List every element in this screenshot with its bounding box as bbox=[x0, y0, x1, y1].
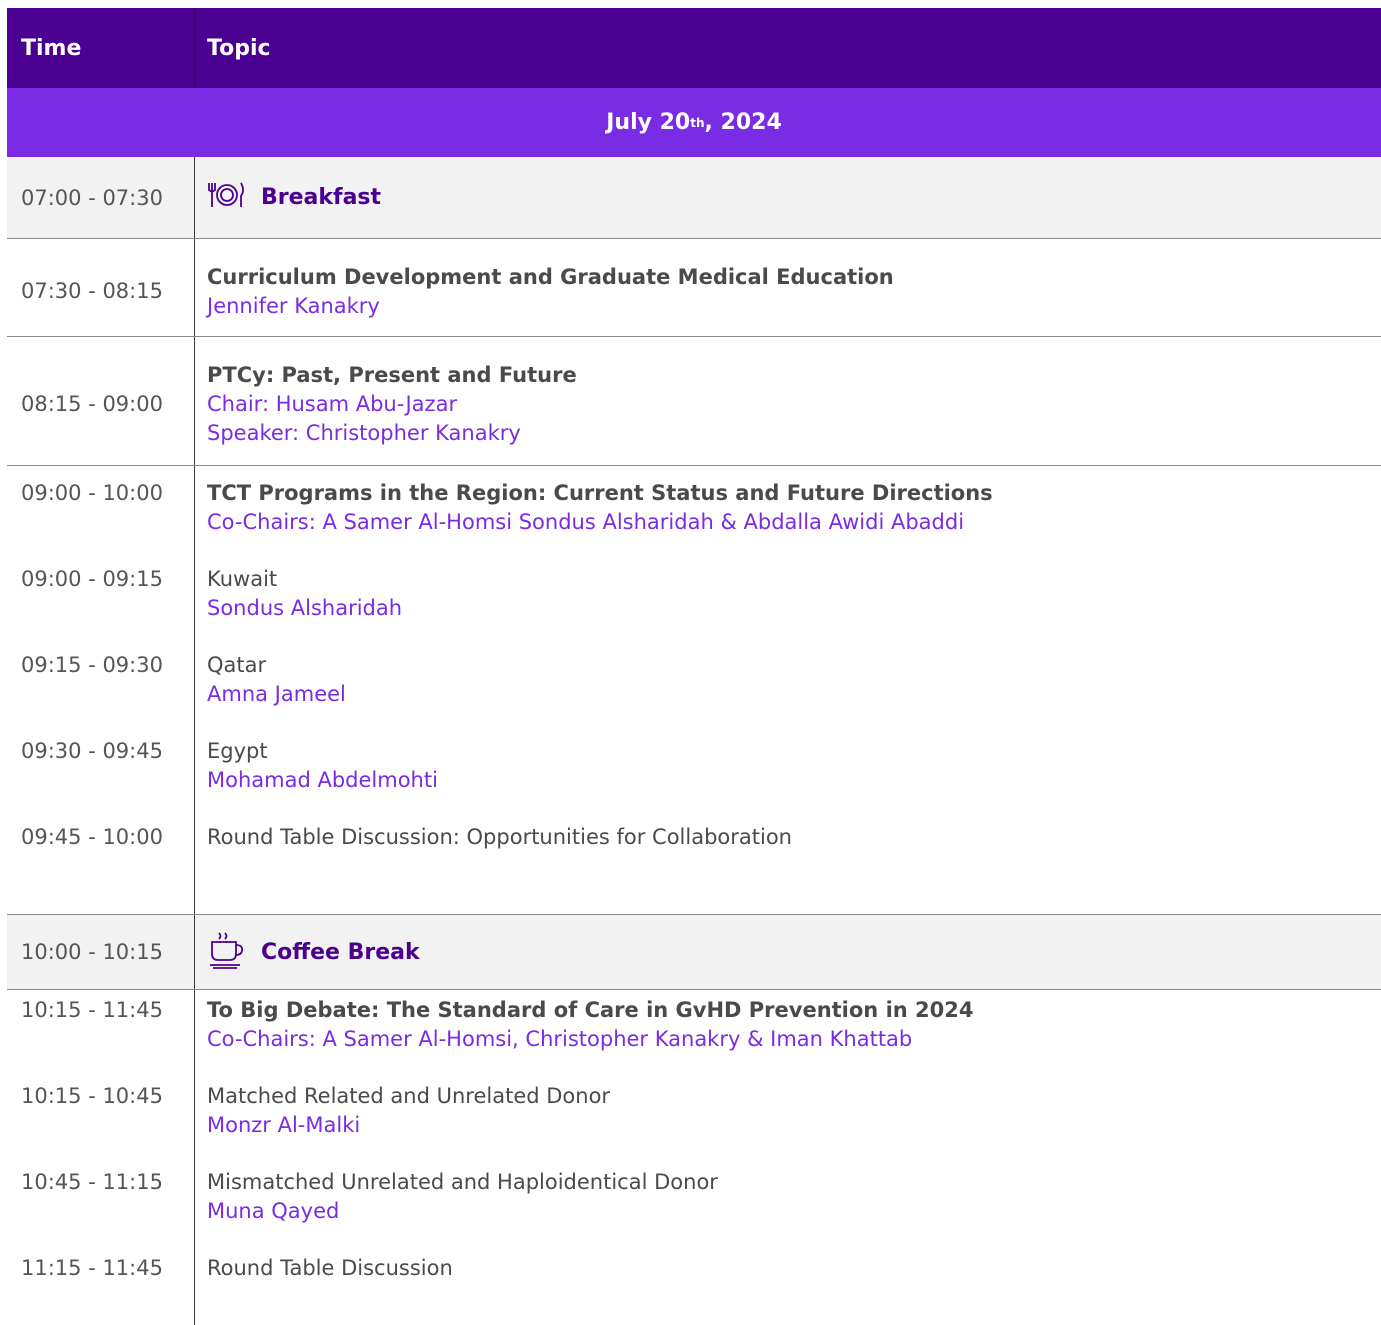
break-row-breakfast: 07:00 - 07:30 Breakfast bbox=[7, 157, 1381, 239]
session-topic: To Big Debate: The Standard of Care in G… bbox=[195, 990, 1381, 1325]
chair-name: Chair: Husam Abu-Jazar bbox=[207, 392, 458, 416]
session-time: 09:00 - 10:00 bbox=[21, 481, 163, 505]
session-title: PTCy: Past, Present and Future bbox=[207, 363, 577, 387]
break-label: Breakfast bbox=[261, 185, 382, 210]
speaker-name: Amna Jameel bbox=[207, 682, 346, 706]
break-row-coffee: 10:00 - 10:15 Coffee Break bbox=[7, 915, 1381, 990]
session-title: TCT Programs in the Region: Current Stat… bbox=[207, 481, 993, 505]
session-title: Curriculum Development and Graduate Medi… bbox=[207, 265, 894, 289]
speaker-name: Mohamad Abdelmohti bbox=[207, 768, 438, 792]
session-topic: PTCy: Past, Present and Future Chair: Hu… bbox=[195, 337, 1381, 465]
session-time: 10:45 - 11:15 bbox=[21, 1170, 163, 1194]
talk-title: Matched Related and Unrelated Donor bbox=[207, 1084, 611, 1108]
session-row: 08:15 - 09:00 PTCy: Past, Present and Fu… bbox=[7, 337, 1381, 466]
session-time: 07:00 - 07:30 bbox=[7, 157, 195, 238]
topic-column-header: Topic bbox=[207, 35, 271, 61]
speaker-name: Speaker: Christopher Kanakry bbox=[207, 421, 521, 445]
session-topic: Curriculum Development and Graduate Medi… bbox=[195, 239, 1381, 336]
co-chairs: Co-Chairs: A Samer Al-Homsi, Christopher… bbox=[207, 1027, 913, 1051]
speaker-name: Sondus Alsharidah bbox=[207, 596, 403, 620]
session-time: 10:00 - 10:15 bbox=[7, 915, 195, 989]
session-block: 09:00 - 10:00 09:00 - 09:15 09:15 - 09:3… bbox=[7, 466, 1381, 915]
session-title: To Big Debate: The Standard of Care in G… bbox=[207, 998, 974, 1022]
talk-title: Round Table Discussion bbox=[207, 1256, 453, 1280]
session-topic: Coffee Break bbox=[195, 915, 1381, 989]
session-time: 11:15 - 11:45 bbox=[21, 1256, 163, 1280]
session-times: 09:00 - 10:00 09:00 - 09:15 09:15 - 09:3… bbox=[7, 466, 195, 914]
talk-title: Qatar bbox=[207, 653, 267, 677]
speaker-name: Muna Qayed bbox=[207, 1199, 340, 1223]
speaker-name: Jennifer Kanakry bbox=[207, 294, 380, 318]
session-time: 09:15 - 09:30 bbox=[21, 653, 163, 677]
date-year: , 2024 bbox=[704, 110, 782, 135]
break-label: Coffee Break bbox=[261, 939, 420, 965]
session-block: 10:15 - 11:45 10:15 - 10:45 10:45 - 11:1… bbox=[7, 990, 1381, 1325]
session-topic: TCT Programs in the Region: Current Stat… bbox=[195, 466, 1381, 914]
talk-title: Mismatched Unrelated and Haploidentical … bbox=[207, 1170, 718, 1194]
talk-title: Egypt bbox=[207, 739, 268, 763]
session-time: 09:45 - 10:00 bbox=[21, 825, 163, 849]
session-topic: Breakfast bbox=[195, 157, 1381, 238]
co-chairs: Co-Chairs: A Samer Al-Homsi Sondus Alsha… bbox=[207, 510, 965, 534]
date-banner: July 20th, 2024 bbox=[7, 88, 1381, 157]
talk-title: Kuwait bbox=[207, 567, 278, 591]
session-time: 09:30 - 09:45 bbox=[21, 739, 163, 763]
session-time: 10:15 - 10:45 bbox=[21, 1084, 163, 1108]
session-times: 10:15 - 11:45 10:15 - 10:45 10:45 - 11:1… bbox=[7, 990, 195, 1325]
session-time: 08:15 - 09:00 bbox=[7, 337, 195, 465]
session-time: 10:15 - 11:45 bbox=[21, 998, 163, 1022]
time-column-header: Time bbox=[7, 8, 195, 88]
dining-plate-icon bbox=[207, 180, 247, 215]
coffee-cup-icon bbox=[207, 930, 247, 975]
table-header: Time Topic bbox=[7, 8, 1381, 88]
speaker-name: Monzr Al-Malki bbox=[207, 1113, 361, 1137]
agenda-table: Time Topic July 20th, 2024 07:00 - 07:30 bbox=[7, 8, 1381, 1325]
date-suffix: th bbox=[690, 115, 705, 130]
date-label: July 20 bbox=[606, 110, 691, 135]
talk-title: Round Table Discussion: Opportunities fo… bbox=[207, 825, 792, 849]
session-time: 09:00 - 09:15 bbox=[21, 567, 163, 591]
session-row: 07:30 - 08:15 Curriculum Development and… bbox=[7, 239, 1381, 337]
session-time: 07:30 - 08:15 bbox=[7, 239, 195, 336]
